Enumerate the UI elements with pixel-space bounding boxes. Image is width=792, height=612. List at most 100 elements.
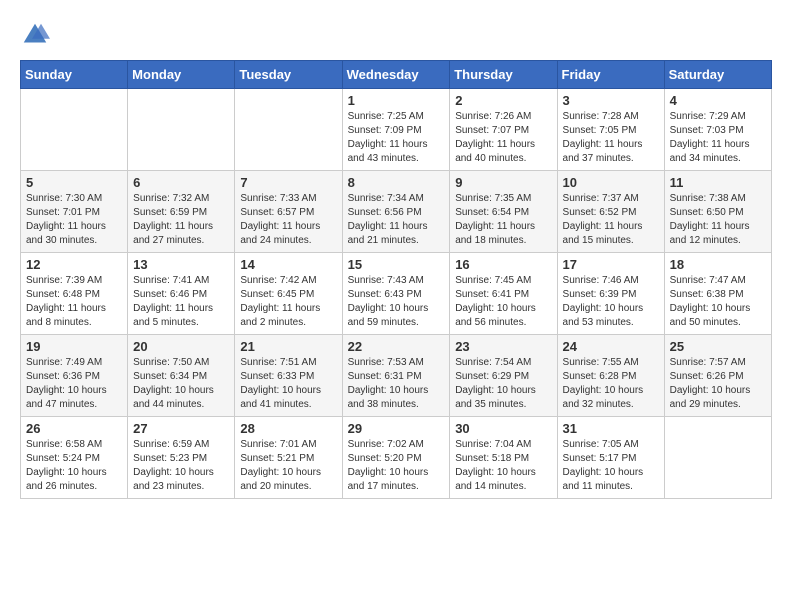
column-header-tuesday: Tuesday <box>235 61 342 89</box>
cell-content: Sunrise: 7:34 AM Sunset: 6:56 PM Dayligh… <box>348 192 445 248</box>
calendar-cell: 4 Sunrise: 7:29 AM Sunset: 7:03 PM Daylig… <box>664 89 771 171</box>
column-header-friday: Friday <box>557 61 664 89</box>
calendar-cell: 3 Sunrise: 7:28 AM Sunset: 7:05 PM Daylig… <box>557 89 664 171</box>
calendar-cell: 17 Sunrise: 7:46 AM Sunset: 6:39 PM Dayli… <box>557 253 664 335</box>
cell-content: Sunrise: 7:04 AM Sunset: 5:18 PM Dayligh… <box>455 438 551 494</box>
day-number: 12 <box>26 257 122 272</box>
day-number: 19 <box>26 339 122 354</box>
day-number: 13 <box>133 257 229 272</box>
calendar-cell: 7Sunrise: 7:33 AM Sunset: 6:57 PM Daylig… <box>235 171 342 253</box>
day-number: 16 <box>455 257 551 272</box>
calendar-cell: 30 Sunrise: 7:04 AM Sunset: 5:18 PM Dayli… <box>450 417 557 499</box>
calendar-cell <box>235 89 342 171</box>
cell-content: Sunrise: 7:53 AM Sunset: 6:31 PM Dayligh… <box>348 356 445 412</box>
cell-content: Sunrise: 7:01 AM Sunset: 5:21 PM Dayligh… <box>240 438 336 494</box>
day-number: 17 <box>563 257 659 272</box>
logo-icon <box>20 20 50 50</box>
day-number: 5 <box>26 175 122 190</box>
calendar-cell: 28Sunrise: 7:01 AM Sunset: 5:21 PM Dayli… <box>235 417 342 499</box>
cell-content: Sunrise: 7:32 AM Sunset: 6:59 PM Dayligh… <box>133 192 229 248</box>
day-number: 3 <box>563 93 659 108</box>
cell-content: Sunrise: 6:59 AM Sunset: 5:23 PM Dayligh… <box>133 438 229 494</box>
calendar-cell: 22 Sunrise: 7:53 AM Sunset: 6:31 PM Dayli… <box>342 335 450 417</box>
calendar-cell: 13 Sunrise: 7:41 AM Sunset: 6:46 PM Dayli… <box>128 253 235 335</box>
calendar-week-row: 12 Sunrise: 7:39 AM Sunset: 6:48 PM Dayli… <box>21 253 772 335</box>
calendar-cell: 24 Sunrise: 7:55 AM Sunset: 6:28 PM Dayli… <box>557 335 664 417</box>
day-number: 1 <box>348 93 445 108</box>
calendar-table: SundayMondayTuesdayWednesdayThursdayFrid… <box>20 60 772 499</box>
calendar-cell: 15 Sunrise: 7:43 AM Sunset: 6:43 PM Dayli… <box>342 253 450 335</box>
cell-content: Sunrise: 7:35 AM Sunset: 6:54 PM Dayligh… <box>455 192 551 248</box>
calendar-cell <box>128 89 235 171</box>
cell-content: Sunrise: 7:38 AM Sunset: 6:50 PM Dayligh… <box>670 192 766 248</box>
day-number: 15 <box>348 257 445 272</box>
calendar-week-row: 5 Sunrise: 7:30 AM Sunset: 7:01 PM Daylig… <box>21 171 772 253</box>
calendar-cell: 27 Sunrise: 6:59 AM Sunset: 5:23 PM Dayli… <box>128 417 235 499</box>
day-number: 10 <box>563 175 659 190</box>
calendar-week-row: 19 Sunrise: 7:49 AM Sunset: 6:36 PM Dayli… <box>21 335 772 417</box>
cell-content: Sunrise: 7:29 AM Sunset: 7:03 PM Dayligh… <box>670 110 766 166</box>
cell-content: Sunrise: 7:30 AM Sunset: 7:01 PM Dayligh… <box>26 192 122 248</box>
day-number: 9 <box>455 175 551 190</box>
day-number: 21 <box>240 339 336 354</box>
calendar-cell: 18Sunrise: 7:47 AM Sunset: 6:38 PM Dayli… <box>664 253 771 335</box>
calendar-cell: 2 Sunrise: 7:26 AM Sunset: 7:07 PM Daylig… <box>450 89 557 171</box>
column-header-wednesday: Wednesday <box>342 61 450 89</box>
calendar-cell: 1Sunrise: 7:25 AM Sunset: 7:09 PM Daylig… <box>342 89 450 171</box>
calendar-week-row: 26 Sunrise: 6:58 AM Sunset: 5:24 PM Dayli… <box>21 417 772 499</box>
day-number: 24 <box>563 339 659 354</box>
day-number: 30 <box>455 421 551 436</box>
cell-content: Sunrise: 7:46 AM Sunset: 6:39 PM Dayligh… <box>563 274 659 330</box>
calendar-cell: 25 Sunrise: 7:57 AM Sunset: 6:26 PM Dayli… <box>664 335 771 417</box>
calendar-cell: 16 Sunrise: 7:45 AM Sunset: 6:41 PM Dayli… <box>450 253 557 335</box>
cell-content: Sunrise: 7:51 AM Sunset: 6:33 PM Dayligh… <box>240 356 336 412</box>
cell-content: Sunrise: 7:02 AM Sunset: 5:20 PM Dayligh… <box>348 438 445 494</box>
cell-content: Sunrise: 7:33 AM Sunset: 6:57 PM Dayligh… <box>240 192 336 248</box>
column-header-monday: Monday <box>128 61 235 89</box>
calendar-cell: 20Sunrise: 7:50 AM Sunset: 6:34 PM Dayli… <box>128 335 235 417</box>
calendar-cell: 9 Sunrise: 7:35 AM Sunset: 6:54 PM Daylig… <box>450 171 557 253</box>
day-number: 22 <box>348 339 445 354</box>
cell-content: Sunrise: 7:45 AM Sunset: 6:41 PM Dayligh… <box>455 274 551 330</box>
calendar-cell: 11 Sunrise: 7:38 AM Sunset: 6:50 PM Dayli… <box>664 171 771 253</box>
day-number: 26 <box>26 421 122 436</box>
calendar-cell <box>664 417 771 499</box>
day-number: 2 <box>455 93 551 108</box>
cell-content: Sunrise: 7:47 AM Sunset: 6:38 PM Dayligh… <box>670 274 766 330</box>
calendar-cell: 5 Sunrise: 7:30 AM Sunset: 7:01 PM Daylig… <box>21 171 128 253</box>
day-number: 23 <box>455 339 551 354</box>
day-number: 31 <box>563 421 659 436</box>
calendar-cell: 14 Sunrise: 7:42 AM Sunset: 6:45 PM Dayli… <box>235 253 342 335</box>
cell-content: Sunrise: 7:41 AM Sunset: 6:46 PM Dayligh… <box>133 274 229 330</box>
day-number: 25 <box>670 339 766 354</box>
cell-content: Sunrise: 7:28 AM Sunset: 7:05 PM Dayligh… <box>563 110 659 166</box>
calendar-cell: 31 Sunrise: 7:05 AM Sunset: 5:17 PM Dayli… <box>557 417 664 499</box>
cell-content: Sunrise: 7:39 AM Sunset: 6:48 PM Dayligh… <box>26 274 122 330</box>
column-header-saturday: Saturday <box>664 61 771 89</box>
day-number: 29 <box>348 421 445 436</box>
cell-content: Sunrise: 7:49 AM Sunset: 6:36 PM Dayligh… <box>26 356 122 412</box>
day-number: 4 <box>670 93 766 108</box>
cell-content: Sunrise: 7:57 AM Sunset: 6:26 PM Dayligh… <box>670 356 766 412</box>
calendar-cell: 23 Sunrise: 7:54 AM Sunset: 6:29 PM Dayli… <box>450 335 557 417</box>
cell-content: Sunrise: 7:55 AM Sunset: 6:28 PM Dayligh… <box>563 356 659 412</box>
calendar-header-row: SundayMondayTuesdayWednesdayThursdayFrid… <box>21 61 772 89</box>
calendar-cell: 21 Sunrise: 7:51 AM Sunset: 6:33 PM Dayli… <box>235 335 342 417</box>
calendar-cell <box>21 89 128 171</box>
cell-content: Sunrise: 7:42 AM Sunset: 6:45 PM Dayligh… <box>240 274 336 330</box>
calendar-cell: 10Sunrise: 7:37 AM Sunset: 6:52 PM Dayli… <box>557 171 664 253</box>
cell-content: Sunrise: 7:54 AM Sunset: 6:29 PM Dayligh… <box>455 356 551 412</box>
cell-content: Sunrise: 7:05 AM Sunset: 5:17 PM Dayligh… <box>563 438 659 494</box>
column-header-sunday: Sunday <box>21 61 128 89</box>
day-number: 6 <box>133 175 229 190</box>
page-header <box>20 20 772 50</box>
cell-content: Sunrise: 7:26 AM Sunset: 7:07 PM Dayligh… <box>455 110 551 166</box>
day-number: 11 <box>670 175 766 190</box>
day-number: 14 <box>240 257 336 272</box>
calendar-cell: 12 Sunrise: 7:39 AM Sunset: 6:48 PM Dayli… <box>21 253 128 335</box>
cell-content: Sunrise: 7:43 AM Sunset: 6:43 PM Dayligh… <box>348 274 445 330</box>
calendar-cell: 29 Sunrise: 7:02 AM Sunset: 5:20 PM Dayli… <box>342 417 450 499</box>
day-number: 27 <box>133 421 229 436</box>
calendar-cell: 19 Sunrise: 7:49 AM Sunset: 6:36 PM Dayli… <box>21 335 128 417</box>
cell-content: Sunrise: 6:58 AM Sunset: 5:24 PM Dayligh… <box>26 438 122 494</box>
